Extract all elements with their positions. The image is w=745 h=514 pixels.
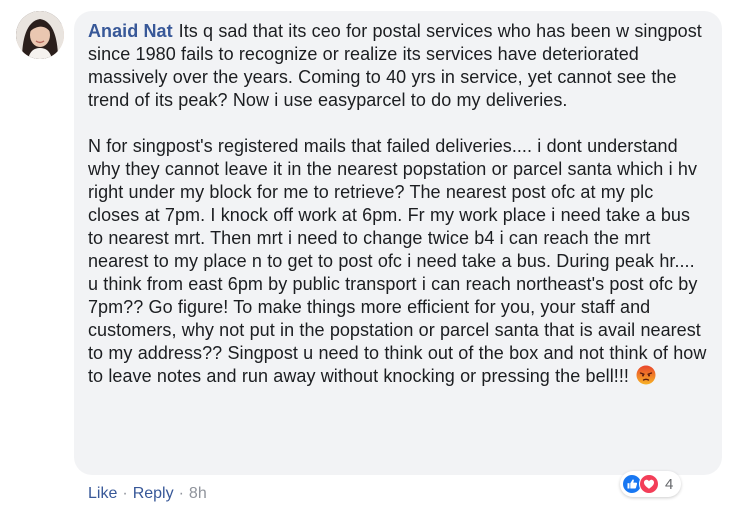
reactions-summary[interactable]: 4 [620,471,682,497]
angry-face-icon [636,365,656,385]
comment-paragraph-2: N for singpost's registered mails that f… [88,135,708,388]
love-reaction-icon [639,474,659,494]
comment-bubble: Anaid Nat Its q sad that its ceo for post… [74,11,722,475]
reply-button[interactable]: Reply [133,485,174,503]
comment-paragraph-1: Anaid Nat Its q sad that its ceo for post… [88,20,708,112]
profile-photo [16,11,64,59]
avatar[interactable] [16,11,64,59]
comment-paragraph-1-text: Its q sad that its ceo for postal servic… [88,21,702,110]
comment-actions: Like · Reply · 8h [88,485,207,503]
action-separator: · [178,485,184,502]
action-separator: · [122,485,128,502]
comment-timestamp[interactable]: 8h [189,485,207,503]
comment-body: Anaid Nat Its q sad that its ceo for post… [88,20,708,388]
comment-paragraph-2-text: N for singpost's registered mails that f… [88,136,707,386]
author-name-link[interactable]: Anaid Nat [88,21,173,41]
like-button[interactable]: Like [88,485,117,503]
reaction-count: 4 [665,475,674,493]
